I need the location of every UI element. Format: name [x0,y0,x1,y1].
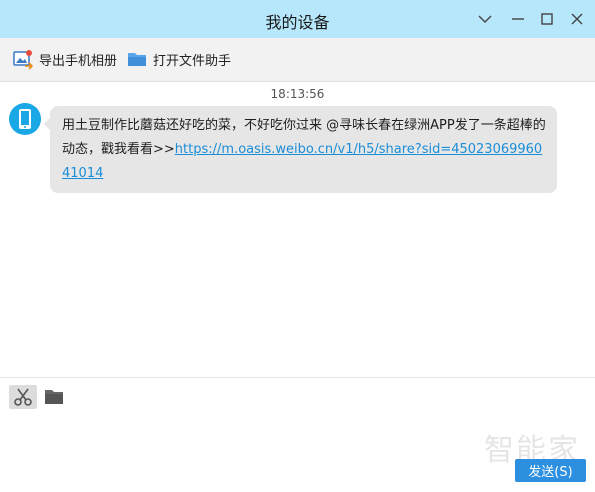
scissors-icon [14,388,32,406]
minimize-icon [512,18,524,20]
dropdown-button[interactable] [474,8,496,30]
export-album-button[interactable]: 导出手机相册 [12,48,117,70]
open-file-assistant-label: 打开文件助手 [153,53,232,69]
minimize-button[interactable] [507,8,529,30]
window-title: 我的设备 [265,13,330,32]
maximize-button[interactable] [536,8,558,30]
message-timestamp: 18:13:56 [270,87,325,101]
photo-export-icon [12,48,34,70]
message-input[interactable] [10,412,585,456]
send-button[interactable]: 发送(S) [515,459,586,482]
toolbar: 导出手机相册 打开文件助手 [0,38,595,82]
maximize-icon [541,13,553,25]
avatar[interactable] [9,103,41,135]
folder-icon [45,390,63,404]
input-area [0,378,595,492]
send-file-button[interactable] [40,385,68,409]
phone-icon [19,109,31,129]
folder-icon [126,48,148,70]
export-album-label: 导出手机相册 [39,53,118,69]
close-button[interactable] [566,8,588,30]
screenshot-button[interactable] [9,385,37,409]
chat-area[interactable]: 18:13:56 用土豆制作比蘑菇还好吃的菜，不好吃你过来 @寻味长春在绿洲AP… [0,82,595,377]
message-bubble: 用土豆制作比蘑菇还好吃的菜，不好吃你过来 @寻味长春在绿洲APP发了一条超棒的动… [44,106,557,193]
title-bar: 我的设备 [0,0,595,38]
close-icon [571,13,583,25]
chevron-down-icon [478,15,492,23]
open-file-assistant-button[interactable]: 打开文件助手 [126,48,231,70]
